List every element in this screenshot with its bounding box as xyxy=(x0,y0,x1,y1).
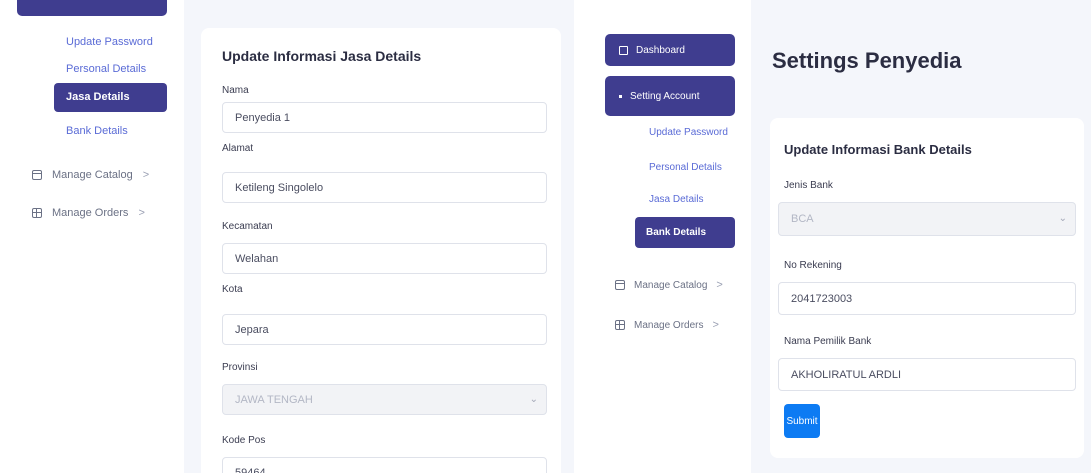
sidebar-item-jasa-details[interactable]: Jasa Details xyxy=(54,83,167,112)
sidebar-item-update-password[interactable]: Update Password xyxy=(649,127,728,138)
nama-input[interactable]: Penyedia 1 xyxy=(222,102,547,133)
card-title: Update Informasi Bank Details xyxy=(784,142,972,157)
no-rekening-input[interactable]: 2041723003 xyxy=(778,282,1076,315)
provinsi-select[interactable]: JAWA TENGAH ⌄ xyxy=(222,384,547,415)
kota-input[interactable]: Jepara xyxy=(222,314,547,345)
settings-icon xyxy=(619,94,622,98)
sidebar-item-label: Manage Orders xyxy=(52,207,129,219)
grid-icon xyxy=(32,208,42,218)
field-label-alamat: Alamat xyxy=(222,143,254,154)
sidebar-item-manage-catalog[interactable]: Manage Catalog > xyxy=(32,169,149,181)
field-label-nama-pemilik-bank: Nama Pemilik Bank xyxy=(784,336,872,347)
chevron-right-icon: > xyxy=(142,169,150,181)
sidebar-item-bank-details[interactable]: Bank Details xyxy=(66,125,128,137)
sidebar-item-label: Manage Orders xyxy=(634,319,704,331)
field-label-kota: Kota xyxy=(222,284,243,295)
setting-account-button[interactable] xyxy=(17,0,167,16)
grid-icon xyxy=(615,320,625,330)
nama-pemilik-bank-input[interactable]: AKHOLIRATUL ARDLI xyxy=(778,358,1076,391)
kode-pos-input[interactable]: 59464 xyxy=(222,457,547,473)
sidebar-item-label: Manage Catalog xyxy=(52,169,133,181)
card-title: Update Informasi Jasa Details xyxy=(222,48,422,64)
bank-details-card: Update Informasi Bank Details Jenis Bank… xyxy=(770,118,1084,458)
chevron-down-icon: ⌄ xyxy=(1058,213,1067,224)
jenis-bank-value: BCA xyxy=(791,213,814,225)
chevron-right-icon: > xyxy=(716,279,723,291)
field-label-provinsi: Provinsi xyxy=(222,362,258,373)
field-label-no-rekening: No Rekening xyxy=(784,260,842,271)
right-screenshot: Dashboard Setting Account Update Passwor… xyxy=(582,0,1091,473)
setting-account-button[interactable]: Setting Account xyxy=(605,76,735,116)
kecamatan-input[interactable]: Welahan xyxy=(222,243,547,274)
field-label-jenis-bank: Jenis Bank xyxy=(784,180,833,191)
dashboard-button[interactable]: Dashboard xyxy=(605,34,735,66)
chevron-right-icon: > xyxy=(712,319,719,331)
field-label-kode-pos: Kode Pos xyxy=(222,435,266,446)
submit-button[interactable]: Submit xyxy=(784,404,820,438)
sidebar-item-manage-orders[interactable]: Manage Orders > xyxy=(615,319,719,331)
sidebar-item-manage-catalog[interactable]: Manage Catalog > xyxy=(615,279,723,291)
dashboard-label: Dashboard xyxy=(636,44,685,56)
sidebar-item-jasa-details[interactable]: Jasa Details xyxy=(649,194,703,205)
chevron-down-icon: ⌄ xyxy=(529,394,538,405)
sidebar-item-update-password[interactable]: Update Password xyxy=(66,36,153,48)
chevron-right-icon: > xyxy=(138,207,145,219)
left-screenshot: Update Password Personal Details Jasa De… xyxy=(0,0,574,473)
page-title: Settings Penyedia xyxy=(772,48,962,73)
alamat-input[interactable]: Ketileng Singolelo xyxy=(222,172,547,203)
jenis-bank-select[interactable]: BCA ⌄ xyxy=(778,202,1076,236)
calendar-icon xyxy=(615,280,625,290)
sidebar-item-personal-details[interactable]: Personal Details xyxy=(66,63,146,75)
dashboard-icon xyxy=(619,45,628,55)
field-label-nama: Nama xyxy=(222,85,249,96)
sidebar: Dashboard Setting Account Update Passwor… xyxy=(582,0,751,473)
sidebar-item-bank-details[interactable]: Bank Details xyxy=(635,217,735,248)
calendar-icon xyxy=(32,170,42,180)
sidebar-item-label: Manage Catalog xyxy=(634,279,708,291)
sidebar-item-personal-details[interactable]: Personal Details xyxy=(649,162,722,173)
field-label-kecamatan: Kecamatan xyxy=(222,221,273,232)
setting-account-label: Setting Account xyxy=(630,90,700,102)
sidebar: Update Password Personal Details Jasa De… xyxy=(0,0,184,473)
jasa-details-card: Update Informasi Jasa Details Nama Penye… xyxy=(201,28,561,473)
sidebar-item-manage-orders[interactable]: Manage Orders > xyxy=(32,207,145,219)
provinsi-value: JAWA TENGAH xyxy=(235,393,313,406)
